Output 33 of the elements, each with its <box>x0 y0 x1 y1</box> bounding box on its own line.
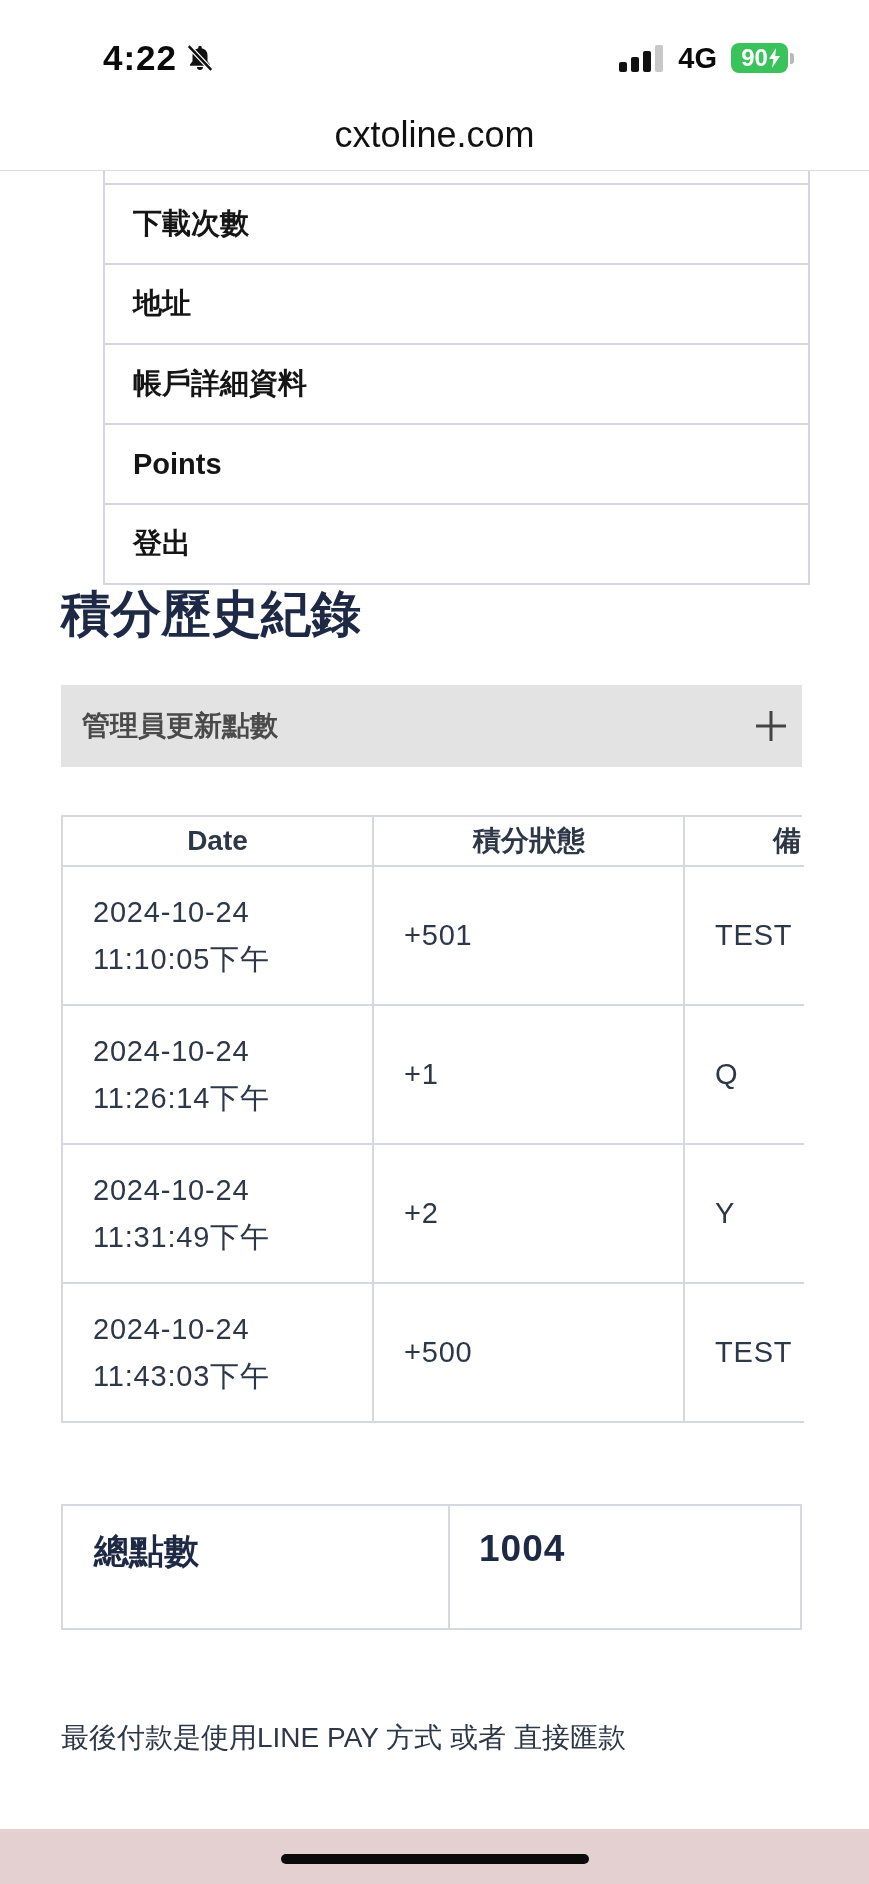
lightning-bolt-icon <box>768 48 780 68</box>
table-cell-text: Q <box>715 1057 739 1092</box>
menu-item[interactable]: 帳戶詳細資料 <box>105 345 808 425</box>
table-cell-text: Y <box>715 1196 736 1231</box>
battery-cap <box>790 52 794 64</box>
menu-item[interactable]: Points <box>105 425 808 505</box>
network-type: 4G <box>678 41 717 75</box>
accordion-header[interactable]: 管理員更新點數 <box>61 685 802 767</box>
table-cell-text: 2024-10-24 11:10:05下午 <box>93 894 271 977</box>
signal-bars-icon <box>619 44 665 72</box>
column-header: Date <box>63 817 374 867</box>
table-cell-text: +501 <box>404 918 473 953</box>
status-time: 4:22 <box>103 38 178 78</box>
home-indicator[interactable] <box>280 1854 589 1864</box>
column-header: 備 <box>685 817 804 867</box>
battery-percent: 90 <box>741 46 768 70</box>
table-cell-text: +500 <box>404 1335 473 1370</box>
table-cell-text: TEST <box>715 918 793 953</box>
table-cell-text: TEST <box>715 1335 793 1370</box>
column-header: 積分狀態 <box>374 817 685 867</box>
table-cell-text: +2 <box>404 1196 439 1231</box>
table-cell-text: 2024-10-24 11:43:03下午 <box>93 1311 271 1394</box>
table-cell-text: +1 <box>404 1057 439 1092</box>
total-label: 總點數 <box>63 1506 450 1628</box>
menu-item[interactable]: 下載次數 <box>105 185 808 265</box>
page-title: 積分歷史紀錄 <box>61 585 361 643</box>
payment-note: 最後付款是使用LINE PAY 方式 或者 直接匯款 <box>61 1721 627 1755</box>
table-cell-text: 2024-10-24 11:31:49下午 <box>93 1172 271 1255</box>
total-value: 1004 <box>478 1527 567 1571</box>
menu-item[interactable]: 登出 <box>105 505 808 585</box>
url-text[interactable]: cxtoline.com <box>334 114 535 156</box>
menu-item[interactable]: 地址 <box>105 265 808 345</box>
table-cell-text: 2024-10-24 11:26:14下午 <box>93 1033 271 1116</box>
